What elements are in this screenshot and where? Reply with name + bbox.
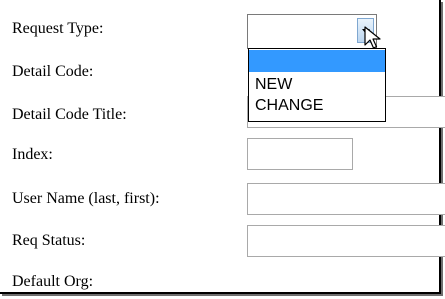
mouse-pointer-icon (364, 26, 381, 49)
request-type-dropdown-list: NEW CHANGE (248, 48, 386, 122)
detail-code-title-label: Detail Code Title: (12, 106, 127, 123)
req-status-input[interactable] (247, 225, 445, 257)
option-change[interactable]: CHANGE (249, 95, 385, 117)
index-input[interactable] (247, 138, 353, 170)
option-blank[interactable] (249, 50, 385, 72)
detail-code-label: Detail Code: (12, 63, 94, 80)
user-name-label: User Name (last, first): (12, 190, 160, 207)
user-name-input[interactable] (247, 183, 445, 215)
option-new[interactable]: NEW (249, 74, 385, 96)
req-status-label: Req Status: (12, 232, 86, 249)
index-label: Index: (12, 146, 53, 163)
default-org-label: Default Org: (12, 273, 94, 290)
request-type-label: Request Type: (12, 20, 104, 37)
request-type-select[interactable] (247, 14, 377, 49)
